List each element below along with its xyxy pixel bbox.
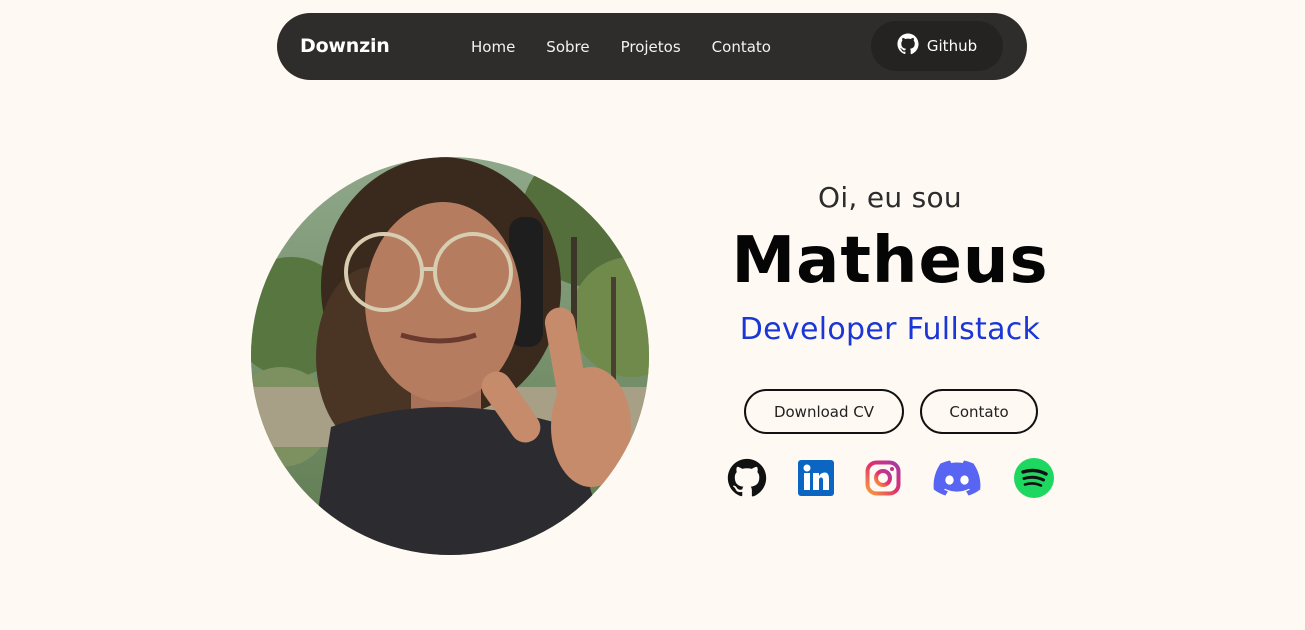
hero-name: Matheus xyxy=(731,224,1049,298)
nav-link-home[interactable]: Home xyxy=(471,38,515,56)
nav-link-projetos[interactable]: Projetos xyxy=(621,38,681,56)
github-icon xyxy=(897,33,919,59)
download-cv-button[interactable]: Download CV xyxy=(744,389,904,434)
hero-greeting: Oi, eu sou xyxy=(818,181,962,214)
nav-link-sobre[interactable]: Sobre xyxy=(546,38,589,56)
nav-links: Home Sobre Projetos Contato xyxy=(471,13,771,80)
linkedin-icon[interactable] xyxy=(797,456,835,500)
nav-link-contato[interactable]: Contato xyxy=(712,38,771,56)
contact-button[interactable]: Contato xyxy=(920,389,1038,434)
hero-buttons: Download CV Contato xyxy=(744,389,1038,434)
github-icon[interactable] xyxy=(727,456,767,500)
instagram-icon[interactable] xyxy=(864,456,902,500)
hero-section: Oi, eu sou Matheus Developer Fullstack xyxy=(690,175,1090,347)
github-button[interactable]: Github xyxy=(871,21,1003,71)
profile-photo xyxy=(251,157,649,555)
navbar: Downzin Home Sobre Projetos Contato Gith… xyxy=(277,13,1027,80)
github-button-label: Github xyxy=(926,37,978,55)
spotify-icon[interactable] xyxy=(1013,456,1055,500)
hero-role: Developer Fullstack xyxy=(739,312,1041,347)
brand-logo[interactable]: Downzin xyxy=(300,13,390,80)
discord-icon[interactable] xyxy=(933,456,981,500)
